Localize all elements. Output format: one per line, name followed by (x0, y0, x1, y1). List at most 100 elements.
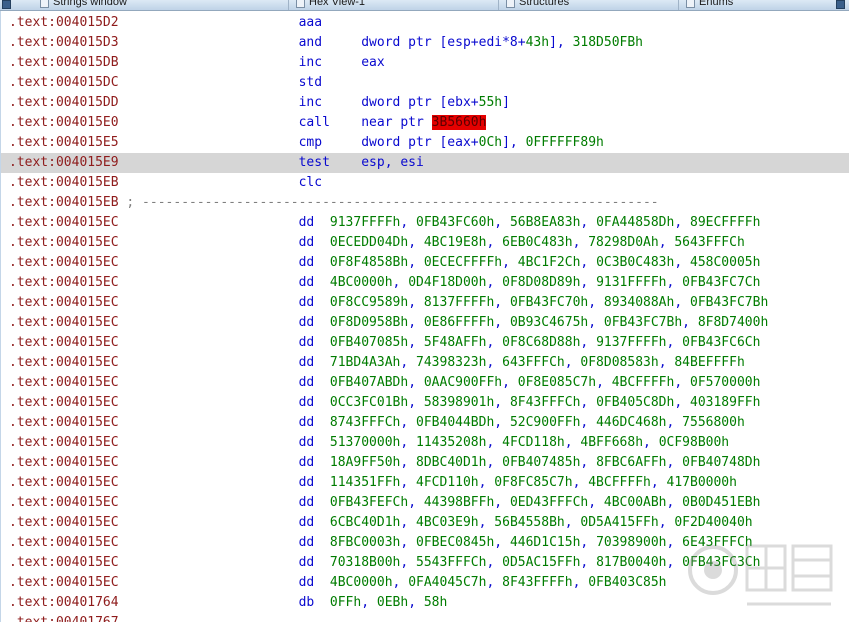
mnemonic: test (298, 155, 362, 170)
disasm-line[interactable]: .text:004015EB clc (1, 173, 849, 193)
operand: , (478, 475, 495, 490)
spacing (119, 515, 299, 530)
mnemonic: dd (298, 315, 315, 330)
disasm-line[interactable]: .text:004015EC dd 70318B00h, 5543FFFCh, … (1, 553, 849, 573)
disasm-line[interactable]: .text:004015EC dd 0F8CC9589h, 8137FFFFh,… (1, 293, 849, 313)
disasm-line[interactable]: .text:004015E5 cmp dword ptr [eax+0Ch], … (1, 133, 849, 153)
hex-value: 0B93C4675h (509, 315, 589, 330)
disasm-line[interactable]: .text:004015EC dd 0FB407ABDh, 0AAC900FFh… (1, 373, 849, 393)
hex-value: 55h (478, 95, 503, 110)
hex-value: 43h (525, 35, 550, 50)
tab-label: Enums (699, 0, 734, 8)
disasm-line[interactable]: .text:004015DD inc dword ptr [ebx+55h] (1, 93, 849, 113)
spacing (119, 455, 299, 470)
hex-value: 643FFFCh (502, 355, 565, 370)
tab-separator (498, 0, 499, 10)
address: .text:004015E9 (9, 155, 119, 170)
hex-value: 4BCFFFFh (611, 375, 675, 390)
disasm-line[interactable]: .text:004015EC dd 4BC0000h, 0D4F18D00h, … (1, 273, 849, 293)
disasm-line[interactable]: .text:004015EC dd 6CBC40D1h, 4BC03E9h, 5… (1, 513, 849, 533)
structures-icon (506, 0, 515, 8)
disasm-line[interactable]: .text:004015E0 call near ptr 3B5660h (1, 113, 849, 133)
disasm-line[interactable]: .text:004015D3 and dword ptr [esp+edi*8+… (1, 33, 849, 53)
disasm-line[interactable]: .text:004015D2 aaa (1, 13, 849, 33)
operand: , (572, 475, 589, 490)
tab-hex-view[interactable]: Hex View-1 (296, 0, 365, 10)
disasm-line[interactable]: .text:004015EC dd 0ECEDD04Dh, 4BC19E8h, … (1, 233, 849, 253)
address: .text:004015EC (9, 515, 119, 530)
address: .text:004015EC (9, 535, 119, 550)
hex-value: 8137FFFFh (423, 295, 495, 310)
mnemonic: db (298, 595, 315, 610)
spacing (314, 235, 330, 250)
disasm-line[interactable]: .text:004015EC dd 0FB407085h, 5F48AFFh, … (1, 333, 849, 353)
disasm-line[interactable]: .text:004015EC dd 0F8D0958Bh, 0E86FFFFh,… (1, 313, 849, 333)
disasm-line[interactable]: .text:004015DC std (1, 73, 849, 93)
hex-value: 0C3B0C483h (596, 255, 675, 270)
operand: , (666, 275, 683, 290)
hex-value: 0FB403C85h (588, 575, 667, 590)
hex-value: 84BEFFFFh (674, 355, 745, 370)
hex-value: 52C900FFh (509, 415, 581, 430)
hex-value: 4BFF668h (580, 435, 644, 450)
disasm-line[interactable]: .text:004015DB inc eax (1, 53, 849, 73)
operand: , (564, 435, 581, 450)
tab-enums[interactable]: Enums (686, 0, 734, 10)
hex-value: 5543FFFCh (416, 555, 487, 570)
disasm-line[interactable]: .text:004015EC dd 18A9FF50h, 8DBC40D1h, … (1, 453, 849, 473)
address: .text:004015EC (9, 495, 119, 510)
hex-value: 8F8D7400h (697, 315, 769, 330)
hex-value: 4BCFFFFh (588, 475, 651, 490)
spacing (119, 235, 299, 250)
hex-value: 0FB43FC3Ch (682, 555, 761, 570)
disasm-line[interactable]: .text:004015EC dd 0F8F4858Bh, 0ECECFFFFh… (1, 253, 849, 273)
spacing (314, 555, 330, 570)
hex-value: 0FB407ABDh (329, 375, 409, 390)
spacing (119, 115, 299, 130)
operand: , (494, 415, 510, 430)
hex-value: 0E86FFFFh (423, 315, 495, 330)
hex-value: 446DC468h (596, 415, 667, 430)
disasm-line[interactable]: .text:004015EC dd 0FB43FEFCh, 44398BFFh,… (1, 493, 849, 513)
disasm-line[interactable]: .text:004015EC dd 0CC3FC01Bh, 58398901h,… (1, 393, 849, 413)
disasm-line[interactable]: .text:004015EC dd 71BD4A3Ah, 74398323h, … (1, 353, 849, 373)
operand: , (486, 275, 503, 290)
disasm-line[interactable]: .text:00401764 db 0FFh, 0EBh, 58h (1, 593, 849, 613)
call-target-highlight[interactable]: 3B5660h (431, 115, 487, 130)
disasm-line[interactable]: .text:004015EC dd 8743FFFCh, 0FB4044BDh,… (1, 413, 849, 433)
operand: , (564, 515, 581, 530)
spacing (314, 475, 330, 490)
disasm-line[interactable]: .text:004015EC dd 8FBC0003h, 0FBEC0845h,… (1, 533, 849, 553)
operand: , (486, 575, 503, 590)
hex-value: 4BC03E9h (416, 515, 479, 530)
disasm-line[interactable]: .text:004015E9 test esp, esi (1, 153, 849, 173)
hex-value: 4BC00ABh (603, 495, 667, 510)
tab-structures[interactable]: Structures (506, 0, 569, 10)
mnemonic: inc (298, 55, 362, 70)
hex-value: 0D5A415FFh (580, 515, 659, 530)
hex-value: 0F2D40040h (674, 515, 753, 530)
hex-value: 70318B00h (329, 555, 401, 570)
disasm-line[interactable]: .text:00401767 (1, 613, 849, 622)
disasm-line[interactable]: .text:004015EC dd 114351FFh, 4FCD110h, 0… (1, 473, 849, 493)
mnemonic: dd (298, 215, 315, 230)
tab-strings-window[interactable]: Strings window (40, 0, 127, 10)
hex-value: 0FA44858Dh (596, 215, 675, 230)
disasm-line[interactable]: .text:004015EC dd 51370000h, 11435208h, … (1, 433, 849, 453)
spacing (119, 215, 299, 230)
spacing (314, 355, 330, 370)
disasm-line[interactable]: .text:004015EC dd 9137FFFFh, 0FB43FC60h,… (1, 213, 849, 233)
operand: eax (361, 55, 385, 70)
disassembly-listing[interactable]: .text:004015D2 aaa .text:004015D3 and dwo… (0, 11, 849, 622)
disasm-line[interactable]: .text:004015EB ; -----------------------… (1, 193, 849, 213)
window-corner-icon[interactable] (2, 0, 11, 9)
operand: , (580, 555, 597, 570)
spacing (119, 375, 299, 390)
spacing (314, 455, 330, 470)
tab-bar-right-icon[interactable] (836, 0, 845, 9)
address: .text:004015EC (9, 315, 119, 330)
hex-value: 0ECEDD04Dh (329, 235, 409, 250)
hex-value: 0FB43FC7Ch (682, 275, 761, 290)
address: .text:004015EB (9, 195, 119, 210)
disasm-line[interactable]: .text:004015EC dd 4BC0000h, 0FA4045C7h, … (1, 573, 849, 593)
